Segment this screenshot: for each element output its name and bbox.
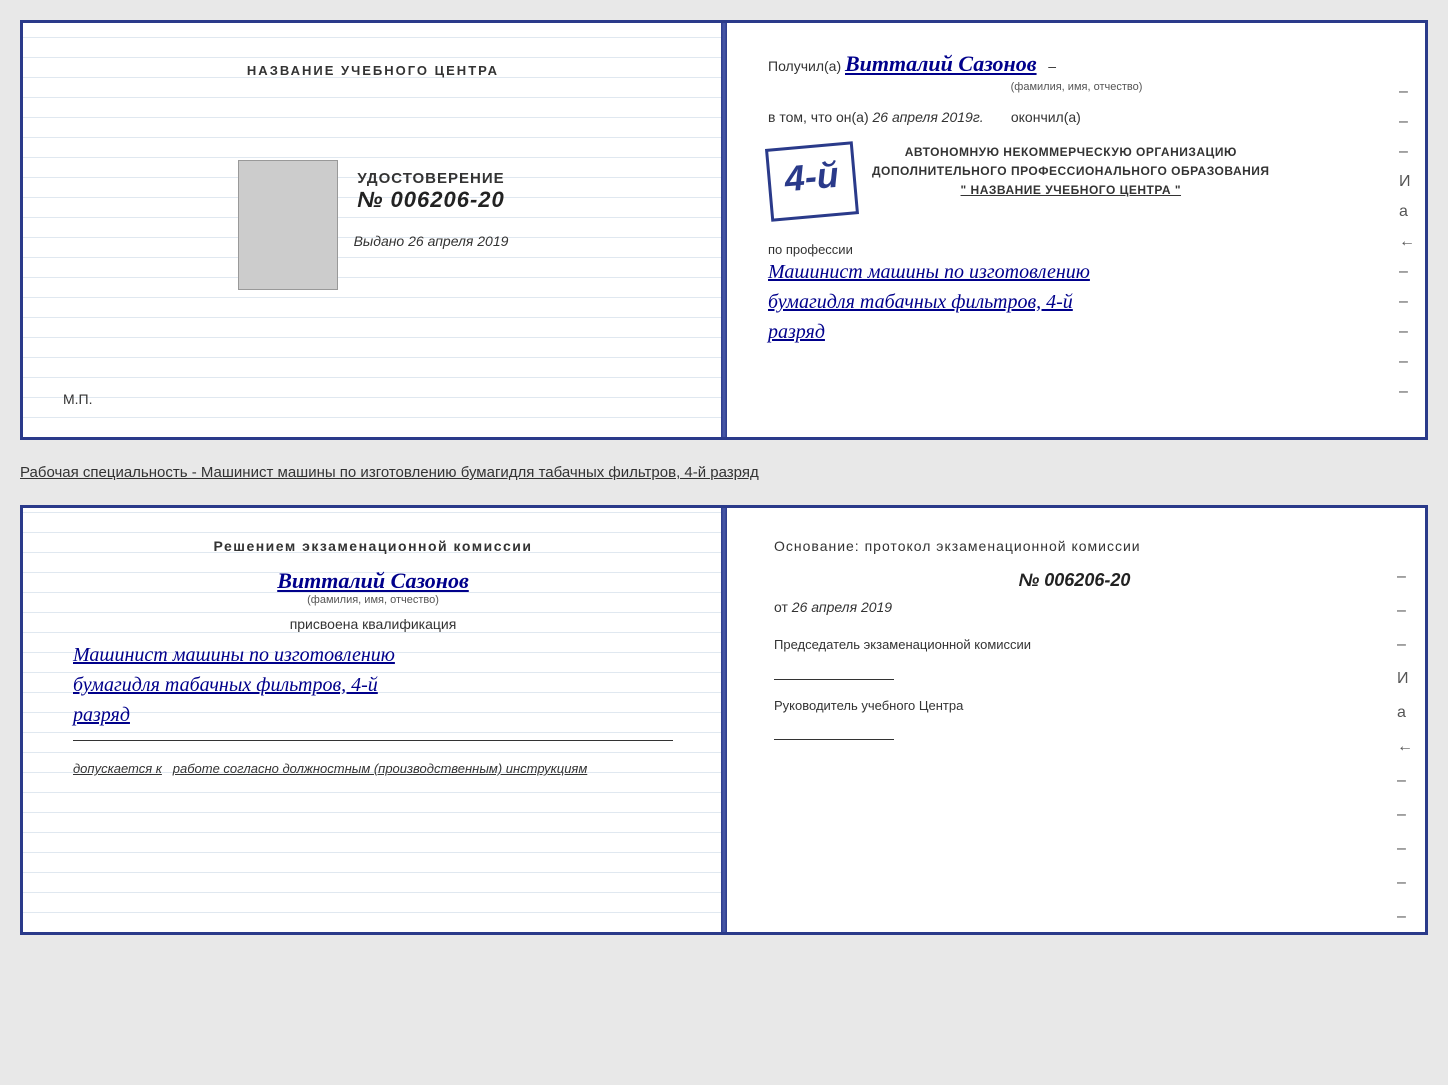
bottom-name: Витталий Сазонов	[73, 568, 673, 594]
top-certificate: НАЗВАНИЕ УЧЕБНОГО ЦЕНТРА УДОСТОВЕРЕНИЕ №…	[20, 20, 1428, 440]
stamp-box: 4-й	[765, 141, 859, 221]
bottom-certificate: Решением экзаменационной комиссии Виттал…	[20, 505, 1428, 935]
predsedatel-title: Председатель экзаменационной комиссии	[774, 635, 1375, 655]
rukovoditel-title: Руководитель учебного Центра	[774, 696, 1375, 716]
udostoverenie-block: УДОСТОВЕРЕНИЕ № 006206-20	[354, 170, 509, 213]
ot-date: от 26 апреля 2019	[774, 599, 1375, 615]
udostoverenie-number: № 006206-20	[354, 187, 509, 213]
profession-text-top: Машинист машины по изготовлению бумагидл…	[768, 257, 1385, 347]
cert-top-left: НАЗВАНИЕ УЧЕБНОГО ЦЕНТРА УДОСТОВЕРЕНИЕ №…	[23, 23, 724, 437]
vtom-line: в том, что он(а) 26 апреля 2019г. окончи…	[768, 109, 1385, 125]
po-professii: по профессии	[768, 242, 1385, 257]
separator-text: Рабочая специальность - Машинист машины …	[20, 456, 1428, 489]
bottom-profession: Машинист машины по изготовлению бумагидл…	[73, 640, 673, 730]
vydano-line: Выдано 26 апреля 2019	[354, 233, 509, 249]
fio-subtitle-top: (фамилия, имя, отчество)	[768, 81, 1385, 93]
center-title: НАЗВАНИЕ УЧЕБНОГО ЦЕНТРА	[247, 63, 499, 78]
page-wrapper: НАЗВАНИЕ УЧЕБНОГО ЦЕНТРА УДОСТОВЕРЕНИЕ №…	[20, 20, 1428, 935]
mp-label: М.П.	[63, 391, 93, 407]
udostoverenie-label: УДОСТОВЕРЕНИЕ	[354, 170, 509, 187]
predsedatel-block: Председатель экзаменационной комиссии	[774, 635, 1375, 680]
predsedatel-signature-line	[774, 679, 894, 680]
dopuskaetsya-block: допускается к работе согласно должностны…	[73, 761, 673, 776]
cert-top-right: Получил(а) Витталий Сазонов – (фамилия, …	[724, 23, 1425, 437]
cert-bottom-right: Основание: протокол экзаменационной коми…	[724, 508, 1425, 932]
photo-placeholder	[238, 160, 338, 290]
recipient-name: Витталий Сазонов	[845, 51, 1037, 76]
prisvoena-text: присвоена квалификация	[73, 616, 673, 632]
cert-bottom-left: Решением экзаменационной комиссии Виттал…	[23, 508, 724, 932]
poluchil-line: Получил(а) Витталий Сазонов –	[768, 51, 1385, 77]
protocol-number: № 006206-20	[774, 570, 1375, 591]
left-inner: УДОСТОВЕРЕНИЕ № 006206-20 Выдано 26 апре…	[238, 150, 509, 300]
stamp-number: 4-й	[783, 154, 840, 201]
left-col-text: УДОСТОВЕРЕНИЕ № 006206-20 Выдано 26 апре…	[354, 150, 509, 300]
org-block: АВТОНОМНУЮ НЕКОММЕРЧЕСКУЮ ОРГАНИЗАЦИЮ ДО…	[872, 143, 1270, 201]
bottom-fio-sub: (фамилия, имя, отчество)	[73, 594, 673, 606]
right-dashes-bottom: – – – И а ← – – – – –	[1397, 568, 1413, 926]
rukovoditel-signature-line	[774, 739, 894, 740]
right-dashes-top: – – – И а ← – – – – –	[1399, 83, 1415, 401]
resheniem-text: Решением экзаменационной комиссии	[73, 538, 673, 554]
osnovanie-text: Основание: протокол экзаменационной коми…	[774, 538, 1375, 554]
